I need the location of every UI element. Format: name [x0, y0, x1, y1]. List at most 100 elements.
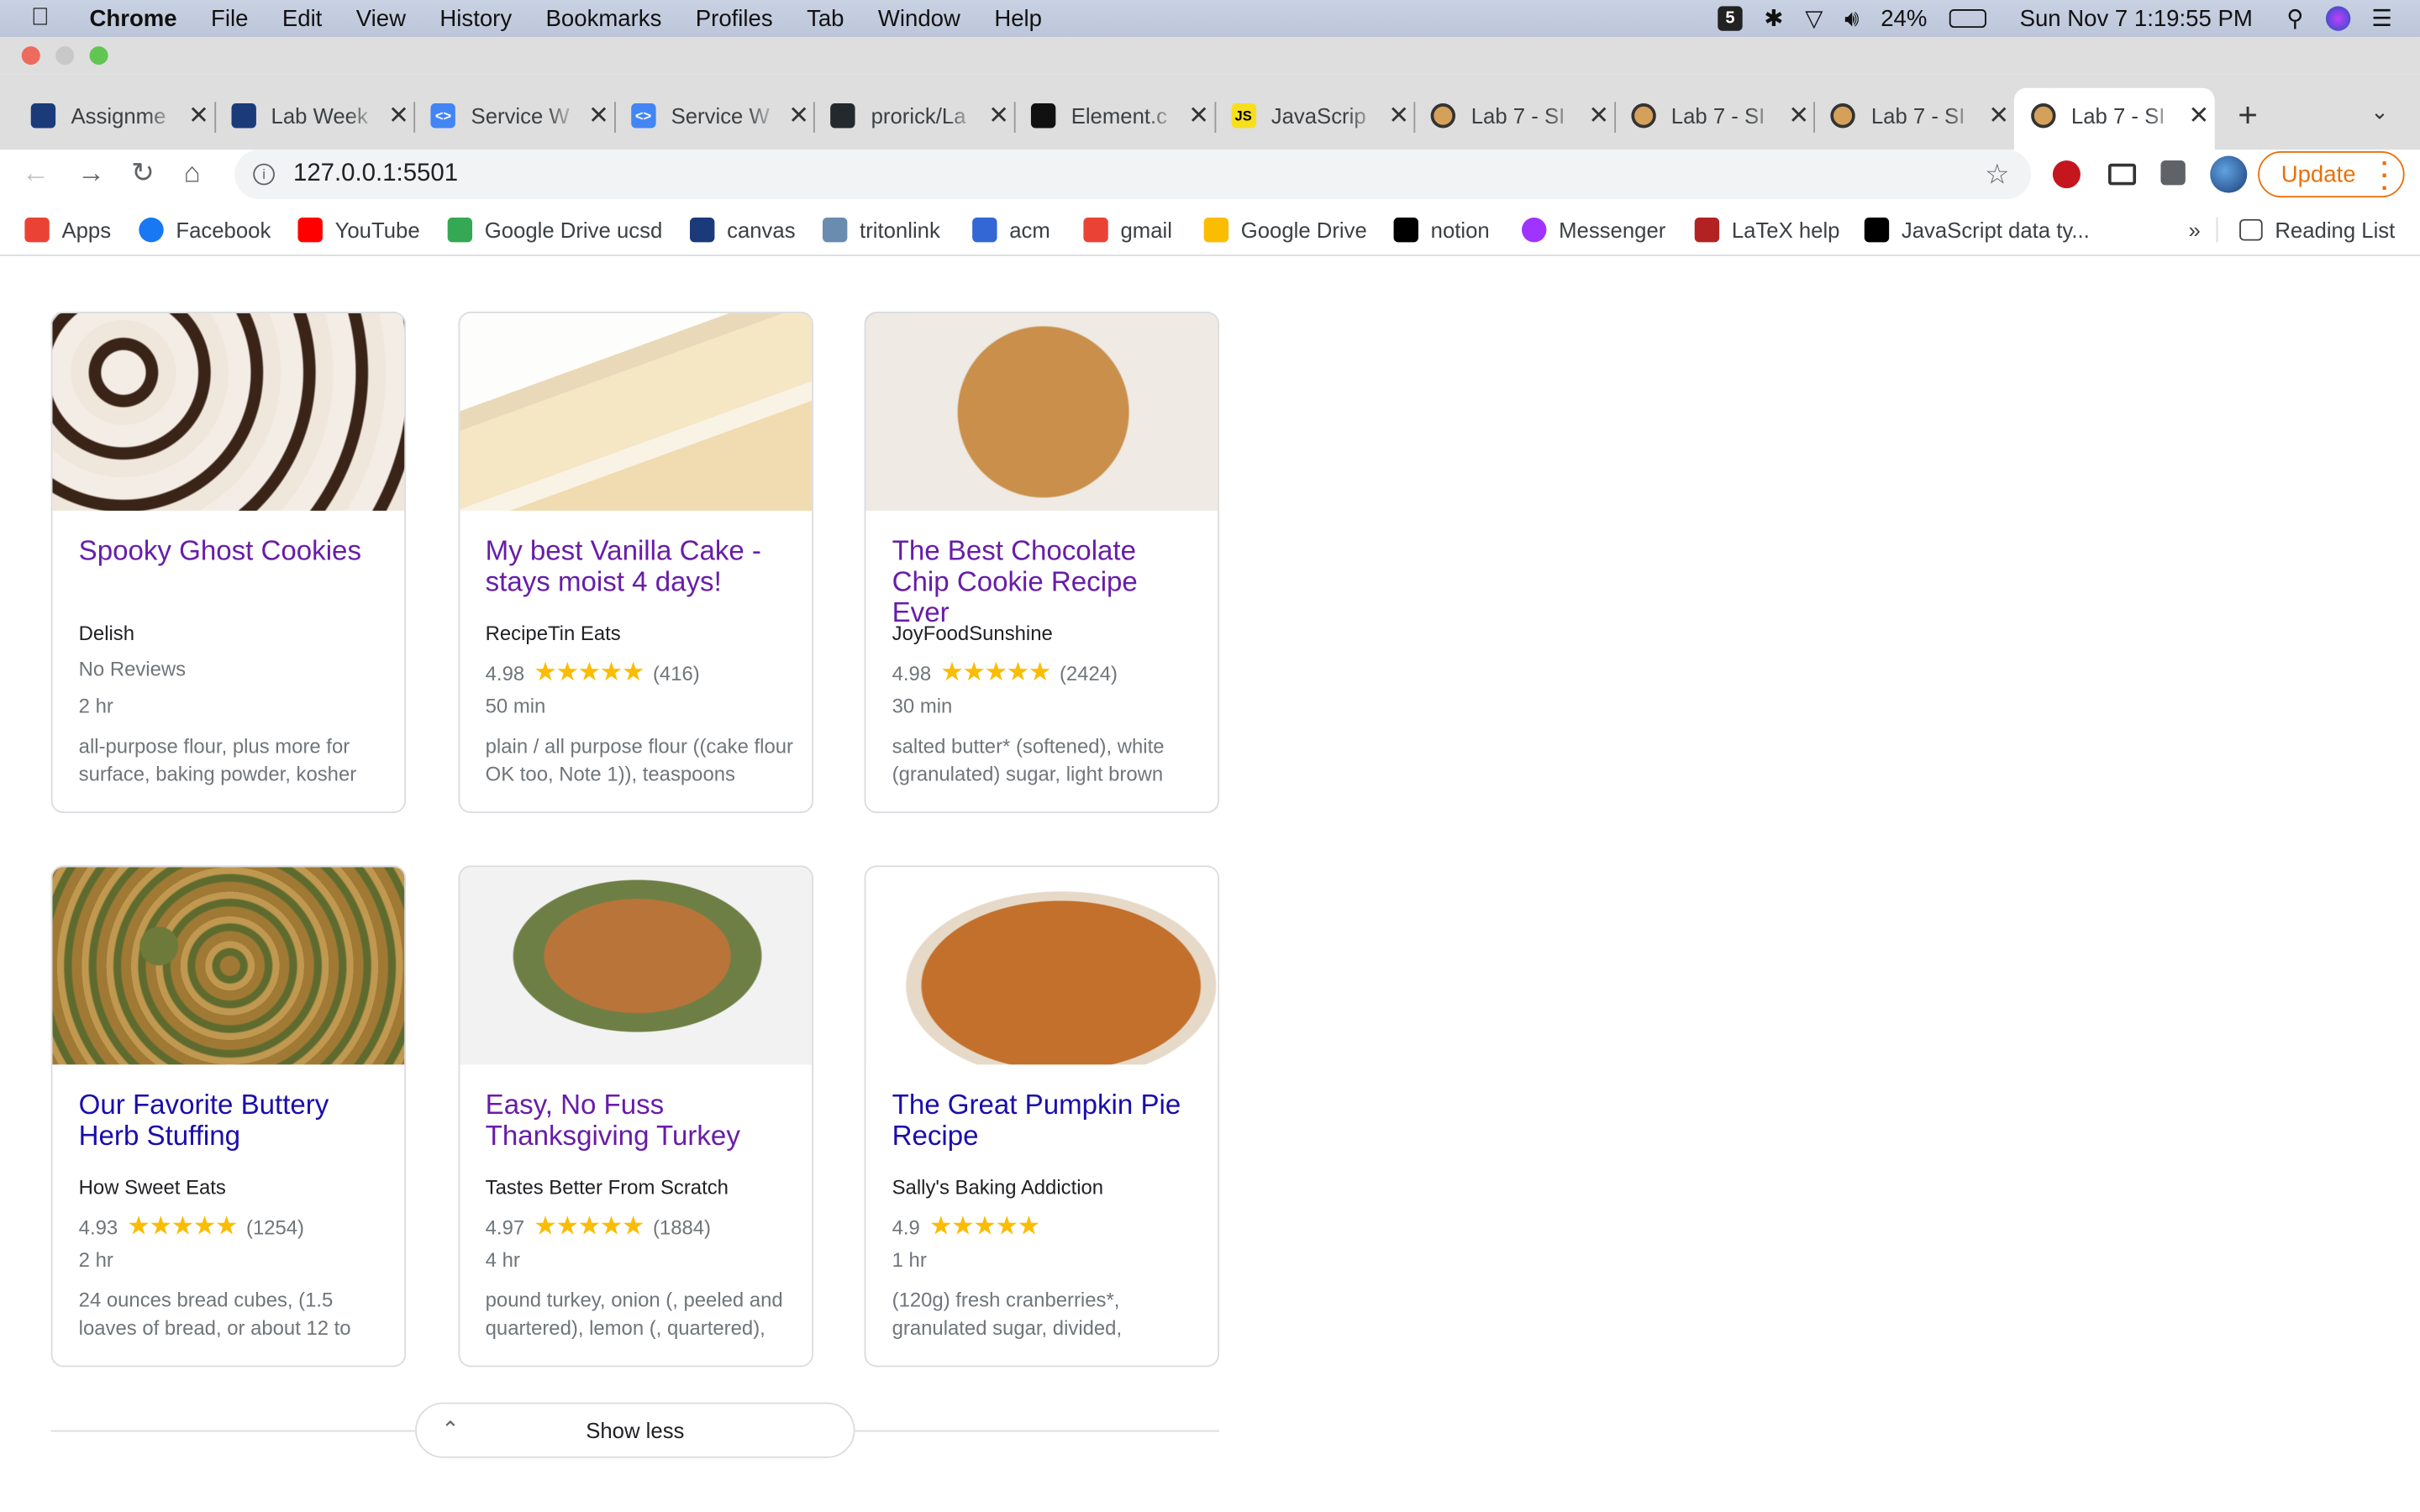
recipe-title-link[interactable]: Spooky Ghost Cookies	[79, 535, 387, 566]
control-center-icon[interactable]: ☰	[2371, 5, 2392, 32]
tab-10[interactable]: Lab 7 - SI ✕	[2031, 90, 2209, 142]
bookmark-2[interactable]: YouTube	[297, 217, 420, 243]
tab-close-icon[interactable]: ✕	[188, 100, 209, 131]
bookmark-12[interactable]: JavaScript data ty...	[1864, 217, 2090, 243]
address-bar[interactable]: i 127.0.0.1:5501	[234, 150, 2032, 199]
tab-close-icon[interactable]: ✕	[2188, 100, 2209, 131]
bookmark-9[interactable]: notion	[1393, 217, 1490, 243]
recipe-image[interactable]	[52, 312, 405, 511]
home-button[interactable]: ⌂	[184, 157, 201, 190]
recipe-title-link[interactable]: My best Vanilla Cake - stays moist 4 day…	[486, 535, 794, 596]
bookmark-1[interactable]: Facebook	[139, 217, 271, 243]
menu-help[interactable]: Help	[994, 5, 1042, 31]
bookmark-favicon-icon	[297, 217, 323, 243]
tab-4[interactable]: prorick/La ✕	[830, 90, 1009, 142]
menu-tab[interactable]: Tab	[807, 5, 844, 31]
recipe-card[interactable]: Our Favorite Buttery Herb Stuffing How Sw…	[50, 865, 407, 1368]
recipe-image[interactable]	[459, 867, 812, 1065]
bookmark-3[interactable]: Google Drive ucsd	[447, 217, 662, 243]
tab-6[interactable]: JS JavaScrip ✕	[1230, 90, 1409, 142]
bookmark-11[interactable]: LaTeX help	[1694, 217, 1840, 243]
apple-icon[interactable]: 	[31, 5, 65, 33]
bookmark-8[interactable]: Google Drive	[1203, 217, 1367, 243]
tab-close-icon[interactable]: ✕	[588, 100, 609, 131]
tab-2[interactable]: <> Service W ✕	[430, 90, 609, 142]
battery-percent[interactable]: 24%	[1881, 5, 1927, 31]
wifi-icon[interactable]: ▽	[1805, 5, 1823, 32]
menu-history[interactable]: History	[439, 5, 512, 31]
ublock-extension-icon[interactable]	[2052, 160, 2081, 189]
recipe-card[interactable]: The Best Chocolate Chip Cookie Recipe Ev…	[864, 312, 1220, 813]
profile-avatar[interactable]	[2210, 155, 2248, 193]
bookmark-star-icon[interactable]: ☆	[1985, 159, 2010, 192]
new-tab-button[interactable]: +	[2238, 96, 2258, 136]
recipe-card[interactable]: The Great Pumpkin Pie Recipe Sally's Baki…	[864, 865, 1220, 1368]
tab-1[interactable]: Lab Week ✕	[230, 90, 409, 142]
forward-button[interactable]: →	[77, 157, 105, 190]
tab-close-icon[interactable]: ✕	[1588, 100, 1609, 131]
spotlight-search-icon[interactable]: ⚲	[2286, 5, 2303, 32]
tab-close-icon[interactable]: ✕	[1188, 100, 1209, 131]
volume-icon[interactable]: 🔊︎	[1844, 5, 1859, 31]
recipe-card[interactable]: My best Vanilla Cake - stays moist 4 day…	[457, 312, 813, 813]
recipe-card[interactable]: Spooky Ghost Cookies Delish No Reviews 2 hr…	[50, 312, 407, 813]
tab-8[interactable]: Lab 7 - SI ✕	[1631, 90, 1809, 142]
tab-5[interactable]: Element.c ✕	[1030, 90, 1209, 142]
tab-9[interactable]: Lab 7 - SI ✕	[1831, 90, 2009, 142]
recipe-title-link[interactable]: The Great Pumpkin Pie Recipe	[892, 1089, 1201, 1151]
tab-search-chevron-icon[interactable]: ⌄	[2370, 99, 2389, 125]
tab-7[interactable]: Lab 7 - SI ✕	[1430, 90, 1609, 142]
menu-file[interactable]: File	[211, 5, 248, 31]
tab-close-icon[interactable]: ✕	[1388, 100, 1409, 131]
more-menu-icon[interactable]: · · ·	[2381, 152, 2389, 202]
tab-close-icon[interactable]: ✕	[988, 100, 1009, 131]
address-text[interactable]: 127.0.0.1:5501	[293, 160, 458, 188]
recipe-card[interactable]: Easy, No Fuss Thanksgiving Turkey Tastes …	[457, 865, 813, 1368]
picture-in-picture-icon[interactable]	[2107, 163, 2137, 186]
shield-icon[interactable]: 5	[1718, 6, 1743, 31]
recipe-image[interactable]	[865, 312, 1218, 511]
bookmark-4[interactable]: canvas	[690, 217, 796, 243]
reading-list-button[interactable]: Reading List	[2216, 217, 2395, 243]
bluetooth-icon[interactable]: ✱	[1764, 5, 1783, 32]
tab-0[interactable]: Assignme ✕	[30, 90, 209, 142]
tab-separator	[1013, 102, 1016, 133]
reload-button[interactable]: ↻	[131, 157, 155, 190]
menu-bookmarks[interactable]: Bookmarks	[546, 5, 662, 31]
bookmarks-overflow-button[interactable]: »	[2188, 218, 2200, 242]
menu-edit[interactable]: Edit	[282, 5, 322, 31]
recipe-title-link[interactable]: The Best Chocolate Chip Cookie Recipe Ev…	[892, 535, 1201, 627]
clock[interactable]: Sun Nov 7 1:19:55 PM	[2020, 5, 2253, 31]
bookmark-0[interactable]: Apps	[24, 217, 111, 243]
menu-view[interactable]: View	[356, 5, 406, 31]
recipe-image[interactable]	[459, 312, 812, 511]
extensions-puzzle-icon[interactable]	[2160, 160, 2186, 186]
tab-close-icon[interactable]: ✕	[1988, 100, 2009, 131]
tab-3[interactable]: <> Service W ✕	[630, 90, 809, 142]
recipe-source: RecipeTin Eats	[485, 622, 621, 645]
tab-close-icon[interactable]: ✕	[1788, 100, 1809, 131]
battery-icon[interactable]	[1949, 9, 1986, 29]
tab-close-icon[interactable]: ✕	[788, 100, 809, 131]
menu-app-name[interactable]: Chrome	[90, 5, 177, 31]
siri-icon[interactable]	[2325, 6, 2350, 31]
zoom-window-button[interactable]	[89, 46, 108, 66]
bookmark-10[interactable]: Messenger	[1522, 217, 1665, 243]
recipe-image[interactable]	[52, 867, 405, 1065]
menu-window[interactable]: Window	[878, 5, 960, 31]
recipe-title-link[interactable]: Easy, No Fuss Thanksgiving Turkey	[486, 1089, 794, 1151]
recipe-image[interactable]	[865, 867, 1218, 1065]
back-button[interactable]: ←	[22, 157, 50, 190]
bookmark-7[interactable]: gmail	[1083, 217, 1172, 243]
update-button[interactable]: Update · · ·	[2258, 151, 2405, 202]
site-info-icon[interactable]: i	[253, 163, 275, 186]
bookmark-6[interactable]: acm	[972, 217, 1050, 243]
recipe-title-link[interactable]: Our Favorite Buttery Herb Stuffing	[79, 1089, 387, 1151]
minimize-window-button[interactable]	[55, 46, 75, 66]
close-window-button[interactable]	[21, 46, 40, 66]
update-label: Update	[2281, 160, 2356, 188]
menu-profiles[interactable]: Profiles	[696, 5, 773, 31]
tab-close-icon[interactable]: ✕	[388, 100, 409, 131]
show-less-button[interactable]: ⌃ Show less	[415, 1402, 855, 1458]
bookmark-5[interactable]: tritonlink	[822, 217, 940, 243]
